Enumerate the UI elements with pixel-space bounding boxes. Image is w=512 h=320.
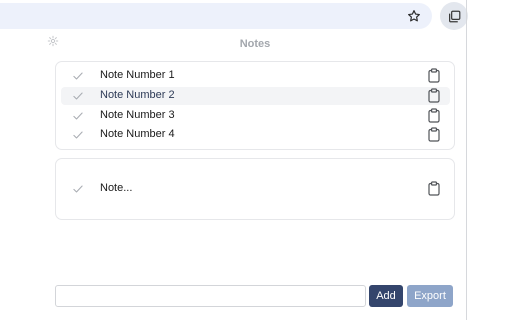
new-note-input[interactable] (55, 285, 366, 307)
clipboard-icon[interactable] (428, 127, 440, 142)
clipboard-icon[interactable] (428, 68, 440, 83)
popup-title: Notes (239, 38, 271, 50)
note-item[interactable]: Note Number 4 (61, 126, 450, 144)
copy-windows-icon (448, 10, 460, 22)
note-item-selected[interactable]: Note Number 2 (61, 87, 450, 105)
note-item[interactable]: Note Number 3 (61, 107, 450, 125)
notes-list-card: Note Number 1 Note Number 2 Note Number … (55, 61, 455, 150)
note-label: Note Number 2 (100, 89, 175, 101)
clipboard-icon[interactable] (428, 181, 440, 196)
extension-button[interactable] (440, 2, 468, 30)
add-button[interactable]: Add (369, 285, 403, 307)
checkmark-icon[interactable] (72, 70, 84, 82)
note-label: Note Number 4 (100, 128, 175, 140)
clipboard-icon[interactable] (428, 88, 440, 103)
draft-note-label: Note... (100, 182, 133, 194)
draft-note-item[interactable]: Note... (61, 180, 450, 198)
note-label: Note Number 3 (100, 109, 175, 121)
clipboard-icon[interactable] (428, 108, 440, 123)
bookmark-star-button[interactable] (405, 7, 423, 25)
checkmark-icon[interactable] (72, 110, 84, 122)
note-item[interactable]: Note Number 1 (61, 67, 450, 85)
checkmark-icon[interactable] (72, 129, 84, 141)
checkmark-icon[interactable] (72, 183, 84, 195)
draft-note-card: Note... (55, 158, 455, 220)
extension-popup-screen: Notes Note Number 1 Note Number 2 Note N… (0, 0, 512, 320)
star-icon (408, 10, 420, 22)
address-bar[interactable] (0, 3, 432, 29)
note-label: Note Number 1 (100, 69, 175, 81)
checkmark-icon[interactable] (72, 90, 84, 102)
export-button[interactable]: Export (407, 285, 453, 307)
